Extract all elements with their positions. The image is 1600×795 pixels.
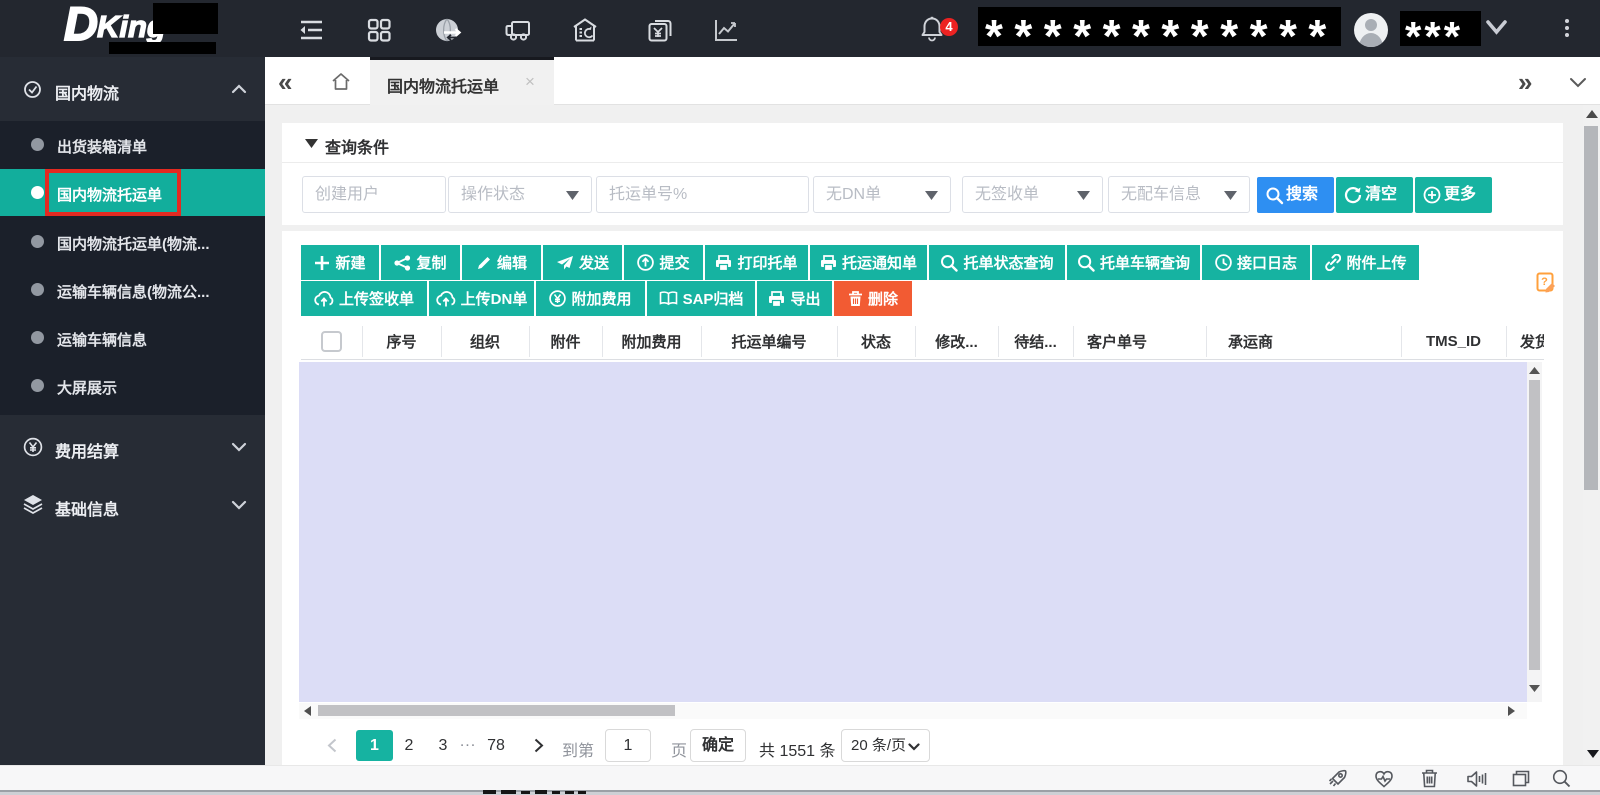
svg-text:?: ?	[1541, 276, 1548, 288]
